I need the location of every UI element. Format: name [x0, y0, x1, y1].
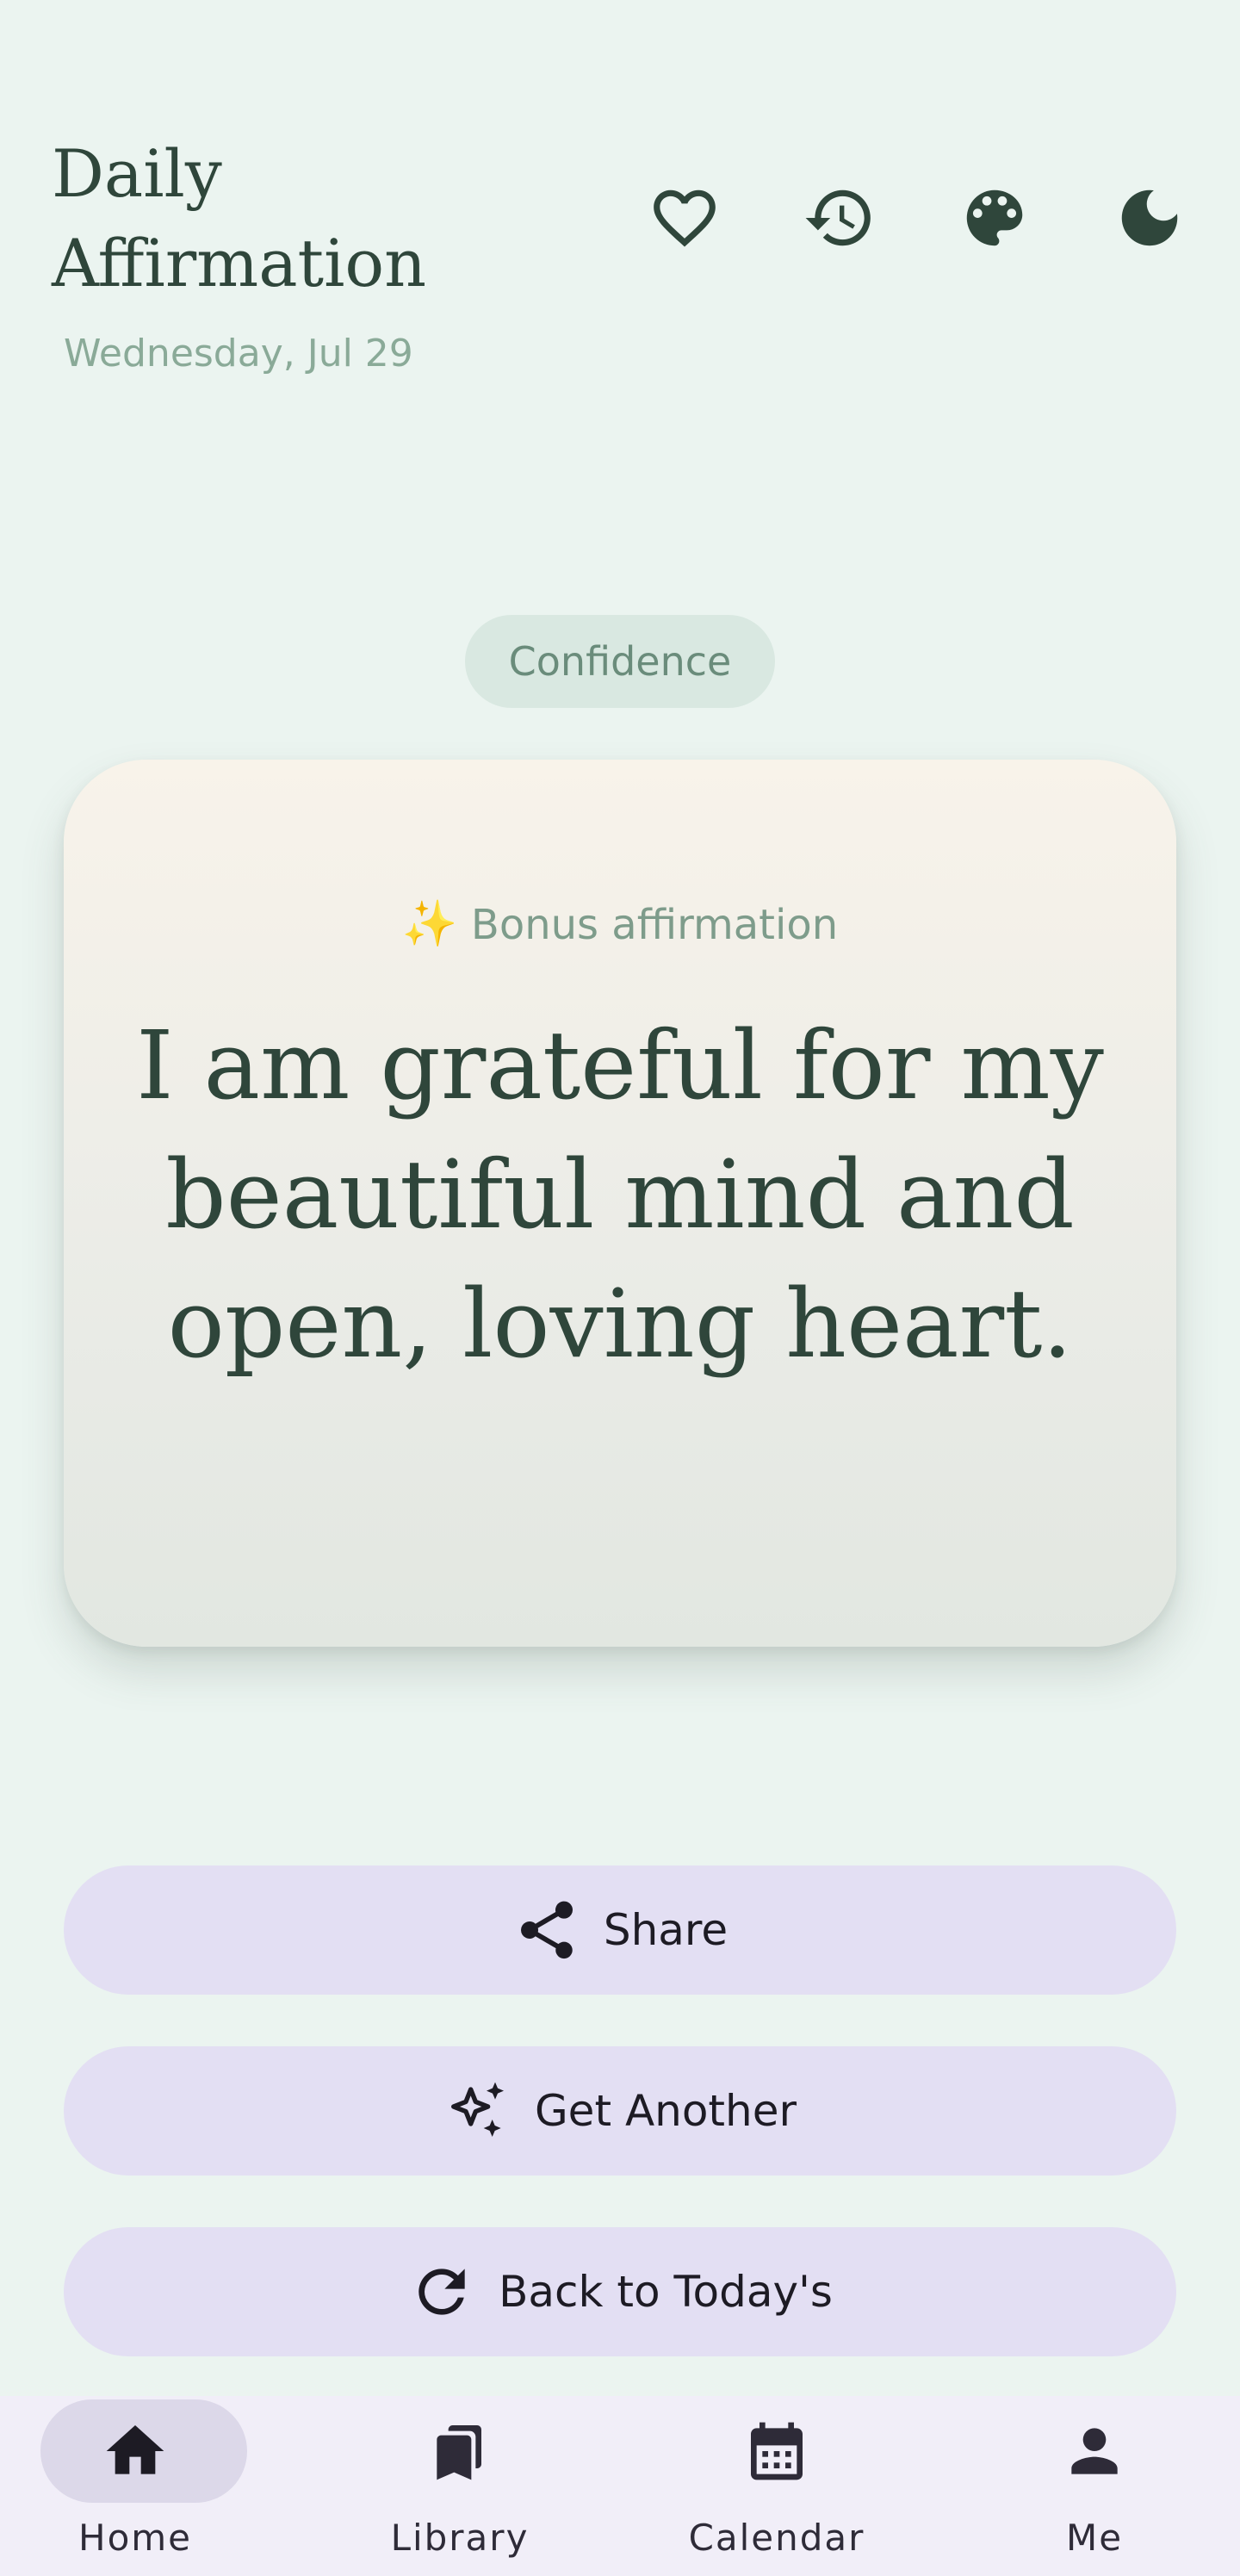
history-icon: [805, 189, 871, 246]
calendar-icon: [751, 2422, 803, 2480]
home-icon: [106, 2425, 164, 2474]
nav-label-library: Library: [390, 2517, 530, 2559]
nav-item-me[interactable]: Me: [983, 2396, 1206, 2576]
nav-label-me: Me: [1065, 2517, 1124, 2559]
back-to-today-label: Back to Today's: [499, 2267, 833, 2317]
bottom-nav: Home Library Calendar Me: [0, 2396, 1240, 2576]
nav-item-library[interactable]: Library: [348, 2396, 572, 2576]
library-icon: [437, 2425, 481, 2480]
refresh-icon: [418, 2269, 465, 2315]
share-button[interactable]: Share: [64, 1865, 1176, 1995]
sparkle-icon: [450, 2082, 504, 2137]
share-label: Share: [603, 1905, 728, 1955]
moon-icon: [1121, 189, 1178, 246]
affirmation-text: I am grateful for my beautiful mind and …: [136, 1010, 1104, 1379]
date-label: Wednesday, Jul 29: [64, 332, 413, 376]
dark-mode-button[interactable]: [1111, 179, 1188, 257]
get-another-label: Get Another: [534, 2086, 797, 2136]
heart-outline-icon: [654, 189, 716, 247]
sparkles-icon: ✨: [401, 898, 458, 950]
app-title: Daily Affirmation: [52, 135, 427, 301]
nav-label-home: Home: [78, 2517, 193, 2559]
person-icon: [1071, 2428, 1118, 2474]
bonus-text: Bonus affirmation: [470, 901, 839, 949]
palette-icon: [966, 189, 1023, 246]
affirmation-card: ✨ Bonus affirmation I am grateful for my…: [64, 760, 1176, 1647]
theme-button[interactable]: [956, 179, 1033, 257]
category-chip[interactable]: Confidence: [465, 615, 775, 708]
bonus-label: ✨ Bonus affirmation: [64, 897, 1176, 950]
nav-item-calendar[interactable]: Calendar: [665, 2396, 889, 2576]
share-icon: [520, 1901, 573, 1959]
get-another-button[interactable]: Get Another: [64, 2046, 1176, 2176]
nav-label-calendar: Calendar: [688, 2517, 865, 2559]
favorites-button[interactable]: [646, 179, 723, 257]
history-button[interactable]: [801, 179, 878, 257]
back-to-today-button[interactable]: Back to Today's: [64, 2227, 1176, 2356]
nav-item-home[interactable]: Home: [23, 2396, 247, 2576]
